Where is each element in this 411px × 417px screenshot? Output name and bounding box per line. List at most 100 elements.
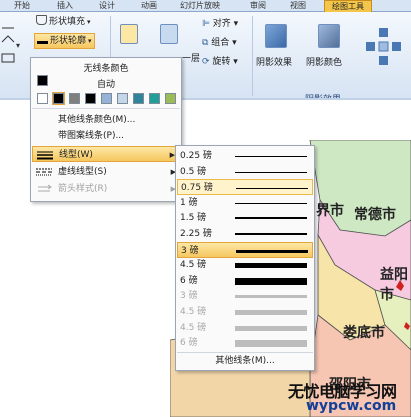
shadow-color-icon[interactable]: [318, 24, 340, 48]
line-weight-option: 3 磅: [177, 288, 313, 304]
line-weight-option: 4.5 磅: [177, 320, 313, 336]
line-weight-option[interactable]: 3 磅: [177, 241, 313, 258]
tab-insert[interactable]: 插入: [53, 0, 77, 12]
shape-fill-label: 形状填充: [49, 17, 86, 27]
line-weight-sample: [235, 171, 307, 173]
line-weight-sample: [235, 233, 307, 235]
line-weight-sample: [235, 202, 307, 204]
line-weight-sample: [235, 340, 307, 348]
shadow-color-button[interactable]: 阴影颜色: [306, 56, 342, 70]
line-weight-option-label: 6 磅: [180, 275, 198, 286]
city-label: 界市: [316, 203, 344, 219]
line-weight-option-label: 2.25 磅: [180, 229, 212, 239]
group-icon: ⧉: [202, 38, 212, 48]
tab-animation[interactable]: 动画: [137, 0, 161, 12]
line-weight-option-label: 0.75 磅: [181, 183, 213, 194]
ribbon-tab-bar: 开始 插入 设计 动画 幻灯片放映 审阅 视图 绘图工具: [0, 0, 411, 12]
line-weight-sample: [235, 295, 307, 299]
line-weight-menu: 0.25 磅 0.5 磅 0.75 磅 1 磅 1.5 磅 2.25 磅 3 磅 4.5 磅 6…: [175, 145, 315, 371]
tab-drawing-tools[interactable]: 绘图工具: [324, 0, 372, 12]
svg-text:▾: ▾: [16, 41, 20, 50]
more-lines-item[interactable]: 其他线条(M)...: [177, 352, 313, 369]
color-swatch[interactable]: [117, 93, 128, 104]
paint-bucket-icon: [36, 15, 47, 25]
pen-icon: [37, 35, 48, 44]
group-label: 组合: [211, 38, 230, 48]
pattern-line-label: 带图案线条(P)...: [58, 131, 125, 141]
more-line-colors-label: 其他线条颜色(M)...: [58, 115, 136, 125]
color-swatch[interactable]: [85, 93, 96, 104]
send-backward-label: 一层: [182, 54, 201, 64]
line-weight-option[interactable]: 4.5 磅: [177, 257, 313, 273]
shadow-effect-button[interactable]: 阴影效果: [256, 56, 292, 70]
line-weight-option[interactable]: 0.75 磅: [177, 179, 313, 196]
tab-review[interactable]: 审阅: [246, 0, 270, 12]
line-weight-option-label: 3 磅: [180, 291, 198, 302]
align-button[interactable]: ⊫ 对齐 ▾: [202, 17, 238, 31]
line-weight-sample: [235, 263, 307, 269]
line-weight-option-label: 6 磅: [180, 338, 198, 349]
automatic-option[interactable]: 自动: [31, 77, 181, 90]
line-weight-sample: [235, 325, 307, 331]
color-swatch[interactable]: [165, 93, 176, 104]
rotate-icon: ⟳: [202, 57, 213, 67]
line-weight-label: 线型(W): [59, 150, 93, 160]
shape-outline-button[interactable]: 形状轮廓 ▾: [34, 33, 95, 49]
shadow-effect-icon[interactable]: [265, 24, 287, 48]
city-label: 益阳市: [380, 267, 408, 303]
line-weight-option-label: 4.5 磅: [180, 322, 207, 333]
align-icon: ⊫: [202, 19, 213, 29]
dash-icon: [36, 168, 52, 176]
watermark-url: wypcw.com: [306, 398, 397, 414]
line-weight-option[interactable]: 1.5 磅: [177, 210, 313, 226]
line-weight-option: 6 磅: [177, 335, 313, 351]
line-weight-sample: [235, 277, 307, 285]
line-weight-option-label: 4.5 磅: [180, 307, 207, 317]
tab-slideshow[interactable]: 幻灯片放映: [176, 0, 224, 12]
line-weight-option-label: 0.5 磅: [180, 166, 207, 177]
color-swatch[interactable]: [37, 93, 48, 104]
arrow-style-item: 箭头样式(R) ▶: [32, 181, 180, 197]
line-weight-option[interactable]: 6 磅: [177, 273, 313, 289]
city-label: 常德市: [354, 207, 396, 223]
line-weight-option[interactable]: 2.25 磅: [177, 226, 313, 242]
tab-design[interactable]: 设计: [95, 0, 119, 12]
color-swatch[interactable]: [69, 93, 80, 104]
city-label: 娄底市: [343, 325, 385, 341]
line-weight-icon: [37, 151, 53, 160]
group-button[interactable]: ⧉ 组合 ▾: [202, 36, 237, 50]
no-line-option[interactable]: 无线条颜色: [31, 61, 181, 74]
shape-fill-button[interactable]: 形状填充 ▾: [36, 15, 91, 29]
line-weight-option[interactable]: 0.5 磅: [177, 164, 313, 180]
color-swatch[interactable]: [101, 93, 112, 104]
align-label: 对齐: [212, 19, 231, 29]
line-weight-option[interactable]: 0.25 磅: [177, 148, 313, 164]
more-line-colors-item[interactable]: 其他线条颜色(M)...: [32, 112, 180, 128]
dash-type-item[interactable]: 虚线线型(S) ▶: [32, 164, 180, 180]
line-weight-option-label: 4.5 磅: [180, 260, 207, 271]
shape-outline-menu: 无线条颜色 自动 其他线条颜色(M)... 带图案线条(P)... 线型(W) ▶…: [30, 57, 182, 202]
line-weight-option[interactable]: 1 磅: [177, 195, 313, 211]
line-weight-option: 4.5 磅: [177, 304, 313, 320]
color-swatch[interactable]: [133, 93, 144, 104]
color-swatch[interactable]: [149, 93, 160, 104]
send-backward-icon[interactable]: [160, 24, 178, 44]
line-weight-option-label: 3 磅: [181, 245, 199, 256]
tab-view[interactable]: 视图: [286, 0, 310, 12]
nudge-shadow-icon[interactable]: [364, 26, 406, 72]
shape-outline-label: 形状轮廓: [50, 36, 87, 46]
line-weight-item[interactable]: 线型(W) ▶: [32, 146, 180, 162]
shapes-gallery-icon[interactable]: ▾: [0, 20, 26, 82]
arrow-style-label: 箭头样式(R): [58, 184, 108, 194]
line-weight-sample: [235, 310, 307, 315]
line-weight-sample: [236, 249, 308, 253]
rotate-button[interactable]: ⟳ 旋转 ▾: [202, 55, 238, 69]
color-swatch[interactable]: [52, 92, 65, 105]
dash-type-label: 虚线线型(S): [58, 167, 107, 177]
line-weight-option-label: 1 磅: [180, 197, 198, 208]
line-weight-sample: [236, 188, 308, 190]
tab-home[interactable]: 开始: [10, 0, 34, 12]
bring-forward-icon[interactable]: [120, 24, 138, 44]
pattern-line-item[interactable]: 带图案线条(P)...: [32, 128, 180, 144]
line-weight-option-label: 1.5 磅: [180, 213, 207, 224]
